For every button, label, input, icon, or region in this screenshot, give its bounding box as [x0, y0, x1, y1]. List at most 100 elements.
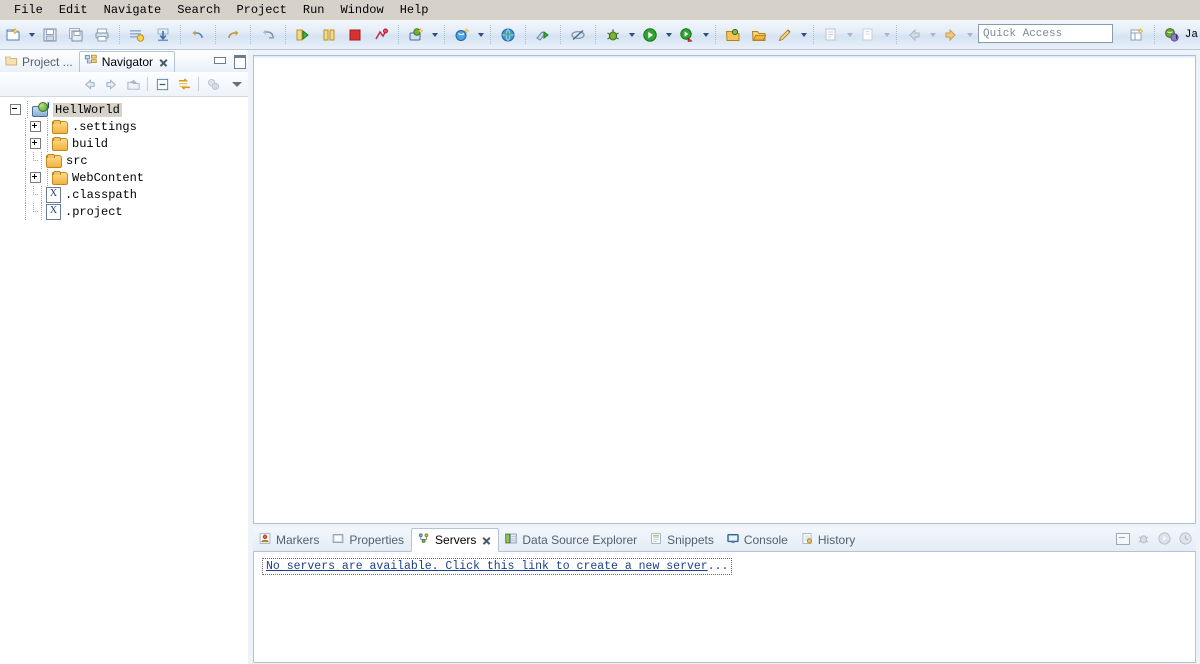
- toolbar-separator: [490, 24, 491, 45]
- view-filter-icon[interactable]: [203, 75, 223, 93]
- tree-row-build[interactable]: build: [10, 135, 248, 152]
- new-servlet-icon[interactable]: [450, 23, 474, 47]
- profile-server-icon[interactable]: [369, 23, 393, 47]
- start-server-button[interactable]: [1157, 531, 1172, 546]
- open-perspective-button[interactable]: [1125, 23, 1149, 47]
- tab-project-explorer[interactable]: Project ...: [0, 52, 79, 72]
- menu-item-file[interactable]: File: [6, 0, 51, 20]
- stop-server-button[interactable]: [1178, 531, 1193, 546]
- back-nav-icon[interactable]: [79, 75, 99, 93]
- tab-data-source-explorer[interactable]: Data Source Explorer: [499, 529, 644, 551]
- save-all-icon[interactable]: [64, 23, 88, 47]
- print-icon[interactable]: [90, 23, 114, 47]
- run-icon[interactable]: [638, 23, 662, 47]
- create-new-server-link[interactable]: No servers are available. Click this lin…: [262, 558, 733, 575]
- toolbar-group-annotations: [818, 20, 892, 49]
- perspective-bar: Ja: [1124, 20, 1200, 50]
- editor-area[interactable]: [253, 55, 1196, 524]
- tree-item-label: src: [66, 153, 88, 168]
- tree-guide: [38, 152, 46, 169]
- tab-snippets[interactable]: Snippets: [644, 529, 721, 551]
- build-all-icon[interactable]: [125, 23, 149, 47]
- close-icon[interactable]: [482, 536, 491, 545]
- tree-row-classpath[interactable]: .classpath: [10, 186, 248, 203]
- tree-guide: [44, 169, 52, 186]
- save-icon[interactable]: [38, 23, 62, 47]
- link-with-editor-icon[interactable]: [174, 75, 194, 93]
- expander-collapse-icon[interactable]: [10, 104, 21, 115]
- mark-occurrences-dropdown-arrow[interactable]: [844, 24, 855, 46]
- forward-dropdown-arrow[interactable]: [964, 24, 975, 46]
- coverage-icon[interactable]: [675, 23, 699, 47]
- skip-all-breakpoints-icon[interactable]: [566, 23, 590, 47]
- menu-item-search[interactable]: Search: [169, 0, 228, 20]
- back-icon[interactable]: [902, 23, 926, 47]
- debug-server-button[interactable]: [1136, 531, 1151, 546]
- maximize-view-button[interactable]: [232, 53, 246, 69]
- close-icon[interactable]: [159, 58, 168, 67]
- tree-guide: [22, 169, 30, 186]
- pause-server-icon[interactable]: [317, 23, 341, 47]
- tab-navigator[interactable]: Navigator: [78, 51, 176, 72]
- tree-row-webcontent[interactable]: WebContent: [10, 169, 248, 186]
- start-server-icon[interactable]: [291, 23, 315, 47]
- menu-item-edit[interactable]: Edit: [51, 0, 96, 20]
- back-dropdown-arrow[interactable]: [927, 24, 938, 46]
- view-menu-chevron-icon[interactable]: [230, 77, 244, 91]
- pencil-dropdown-arrow[interactable]: [798, 24, 809, 46]
- up-to-parent-icon[interactable]: [123, 75, 143, 93]
- tab-history[interactable]: History: [795, 529, 862, 551]
- tree-row-settings[interactable]: .settings: [10, 118, 248, 135]
- run-dropdown-arrow[interactable]: [663, 24, 674, 46]
- minimize-view-button[interactable]: [212, 53, 226, 67]
- tab-servers[interactable]: Servers: [411, 528, 500, 552]
- undo-icon[interactable]: [186, 23, 210, 47]
- tree-row-project[interactable]: .project: [10, 203, 248, 220]
- next-annotation-dropdown-arrow[interactable]: [881, 24, 892, 46]
- debug-icon[interactable]: [601, 23, 625, 47]
- menu-item-project[interactable]: Project: [228, 0, 294, 20]
- menu-item-window[interactable]: Window: [332, 0, 391, 20]
- pencil-icon[interactable]: [773, 23, 797, 47]
- expander-expand-icon[interactable]: [30, 121, 41, 132]
- java-ee-perspective-icon[interactable]: [1160, 23, 1184, 47]
- open-perspective-icon[interactable]: [721, 23, 745, 47]
- collapse-all-icon[interactable]: [152, 75, 172, 93]
- next-annotation-icon[interactable]: [856, 23, 880, 47]
- mark-occurrences-icon[interactable]: [819, 23, 843, 47]
- tab-markers[interactable]: Markers: [253, 529, 326, 551]
- tab-console[interactable]: Console: [721, 529, 795, 551]
- quick-access-input[interactable]: [978, 24, 1113, 43]
- run-external-tool-icon[interactable]: [531, 23, 555, 47]
- open-web-browser-icon[interactable]: [496, 23, 520, 47]
- open-resource-icon[interactable]: [747, 23, 771, 47]
- folder-icon: [52, 171, 68, 185]
- redo-icon[interactable]: [221, 23, 245, 47]
- menu-item-navigate[interactable]: Navigate: [96, 0, 170, 20]
- navigator-tree[interactable]: J HellWorld .settings build src WebConte…: [0, 97, 248, 664]
- expander-expand-icon[interactable]: [30, 172, 41, 183]
- forward-icon[interactable]: [939, 23, 963, 47]
- tree-row-src[interactable]: src: [10, 152, 248, 169]
- forward-nav-icon[interactable]: [101, 75, 121, 93]
- tree-row-hellworld[interactable]: J HellWorld: [10, 101, 248, 118]
- tree-guide: [30, 203, 39, 220]
- new-wizard-icon[interactable]: [1, 23, 25, 47]
- menu-item-help[interactable]: Help: [392, 0, 437, 20]
- expander-expand-icon[interactable]: [30, 138, 41, 149]
- new-servlet-dropdown-arrow[interactable]: [475, 24, 486, 46]
- stop-server-icon[interactable]: [343, 23, 367, 47]
- perspective-label[interactable]: Ja: [1185, 29, 1198, 41]
- servers-view-body[interactable]: No servers are available. Click this lin…: [253, 552, 1196, 663]
- publish-icon[interactable]: [151, 23, 175, 47]
- tab-properties[interactable]: Properties: [326, 529, 411, 551]
- open-type-icon[interactable]: [256, 23, 280, 47]
- new-java-project-icon[interactable]: [404, 23, 428, 47]
- new-wizard-dropdown-arrow[interactable]: [26, 24, 37, 46]
- debug-dropdown-arrow[interactable]: [626, 24, 637, 46]
- menu-item-run[interactable]: Run: [295, 0, 333, 20]
- minimize-panel-button[interactable]: [1115, 531, 1130, 546]
- new-java-project-dropdown-arrow[interactable]: [429, 24, 440, 46]
- snippets-icon: [649, 532, 663, 548]
- coverage-dropdown-arrow[interactable]: [700, 24, 711, 46]
